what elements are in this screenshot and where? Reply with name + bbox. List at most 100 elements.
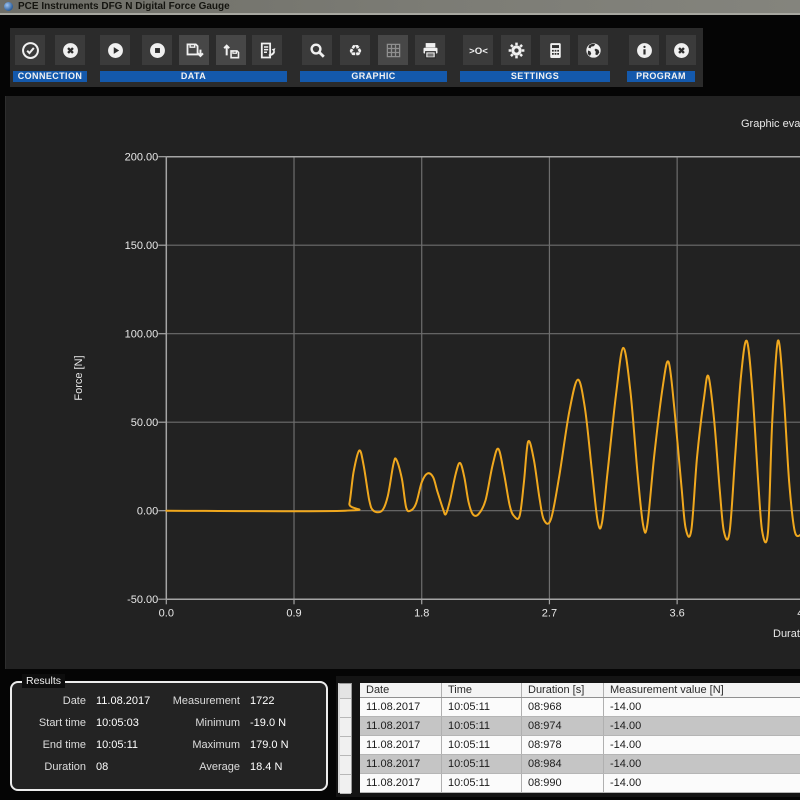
- group-label-connection: CONNECTION: [13, 71, 87, 82]
- cell-value: -14.00: [604, 755, 800, 773]
- cell-time: 10:05:11: [442, 736, 522, 754]
- cell-date: 11.08.2017: [360, 698, 442, 716]
- header-measurement[interactable]: Measurement value [N]: [604, 683, 800, 697]
- header-duration[interactable]: Duration [s]: [522, 683, 604, 697]
- cell-value: -14.00: [604, 717, 800, 735]
- magnifier-icon: [307, 40, 328, 61]
- cell-time: 10:05:11: [442, 698, 522, 716]
- cell-date: 11.08.2017: [360, 736, 442, 754]
- export-report-button[interactable]: [252, 35, 282, 65]
- cell-value: -14.00: [604, 774, 800, 792]
- result-date-value: 11.08.2017: [96, 695, 150, 707]
- result-minimum-label: Minimum: [152, 717, 240, 729]
- table-row[interactable]: 11.08.2017 10:05:11 08:978 -14.00: [360, 736, 800, 755]
- refresh-button[interactable]: ♻: [340, 35, 370, 65]
- measurement-table: Date Time Duration [s] Measurement value…: [336, 676, 800, 797]
- language-button[interactable]: [578, 35, 608, 65]
- cell-value: -14.00: [604, 736, 800, 754]
- toolbar: ♻ >O<: [10, 28, 703, 87]
- result-measurement-label: Measurement: [152, 695, 240, 707]
- save-floppy-down-icon: [184, 40, 205, 61]
- x-tick-label: 2.7: [542, 607, 557, 619]
- x-axis-title: Duration: [773, 628, 800, 640]
- report-arrow-icon: [257, 40, 278, 61]
- print-button[interactable]: [415, 35, 445, 65]
- y-axis-title: Force [N]: [73, 355, 85, 400]
- table-grid: Date Time Duration [s] Measurement value…: [360, 683, 800, 793]
- table-row[interactable]: 11.08.2017 10:05:11 08:974 -14.00: [360, 717, 800, 736]
- table-row[interactable]: 11.08.2017 10:05:11 08:984 -14.00: [360, 755, 800, 774]
- start-measurement-button[interactable]: [100, 35, 130, 65]
- calculator-button[interactable]: [540, 35, 570, 65]
- force-line-chart: 0.00.91.82.73.64.5200.00150.00100.0050.0…: [6, 96, 800, 669]
- play-circle-icon: [105, 40, 126, 61]
- x-tick-label: 3.6: [669, 607, 684, 619]
- load-data-button[interactable]: [216, 35, 246, 65]
- cell-date: 11.08.2017: [360, 717, 442, 735]
- stop-circle-icon: [147, 40, 168, 61]
- result-maximum-label: Maximum: [152, 739, 240, 751]
- cell-date: 11.08.2017: [360, 774, 442, 792]
- recycle-icon: ♻: [345, 40, 366, 61]
- row-header-cell[interactable]: [340, 684, 351, 699]
- stop-measurement-button[interactable]: [142, 35, 172, 65]
- cell-time: 10:05:11: [442, 774, 522, 792]
- tare-icon: >O<: [468, 40, 489, 61]
- cell-value: -14.00: [604, 698, 800, 716]
- cell-time: 10:05:11: [442, 755, 522, 773]
- row-header-cell[interactable]: [340, 756, 351, 775]
- disconnect-button[interactable]: [55, 35, 85, 65]
- app-icon: [4, 2, 13, 11]
- save-data-button[interactable]: [179, 35, 209, 65]
- cell-duration: 08:984: [522, 755, 604, 773]
- results-panel: Results Date 11.08.2017 Start time 10:05…: [10, 681, 328, 791]
- info-circle-icon: [634, 40, 655, 61]
- result-duration-label: Duration: [16, 761, 86, 773]
- info-button[interactable]: [629, 35, 659, 65]
- row-header-cell[interactable]: [340, 775, 351, 794]
- x-tick-label: 0.9: [286, 607, 301, 619]
- cell-time: 10:05:11: [442, 717, 522, 735]
- y-tick-label: 200.00: [125, 152, 159, 164]
- header-time[interactable]: Time: [442, 683, 522, 697]
- chart-panel[interactable]: 0.00.91.82.73.64.5200.00150.00100.0050.0…: [5, 96, 800, 669]
- table-row[interactable]: 11.08.2017 10:05:11 08:990 -14.00: [360, 774, 800, 793]
- row-header-cell[interactable]: [340, 699, 351, 718]
- cell-duration: 08:978: [522, 736, 604, 754]
- y-tick-label: -50.00: [127, 594, 158, 606]
- header-date[interactable]: Date: [360, 683, 442, 697]
- x-circle-icon: [671, 40, 692, 61]
- result-measurement-value: 1722: [250, 695, 274, 707]
- connect-button[interactable]: [15, 35, 45, 65]
- app-window: { "window": { "title": "PCE Instruments …: [0, 0, 800, 800]
- y-tick-label: 0.00: [137, 506, 158, 518]
- printer-icon: [420, 40, 441, 61]
- force-series-line: [166, 340, 800, 542]
- cell-duration: 08:968: [522, 698, 604, 716]
- y-tick-label: 150.00: [125, 240, 159, 252]
- cell-duration: 08:974: [522, 717, 604, 735]
- x-circle-icon: [60, 40, 81, 61]
- check-circle-icon: [20, 40, 41, 61]
- zoom-button[interactable]: [302, 35, 332, 65]
- exit-button[interactable]: [666, 35, 696, 65]
- result-average-label: Average: [152, 761, 240, 773]
- table-header-row: Date Time Duration [s] Measurement value…: [360, 683, 800, 698]
- grid-toggle-button[interactable]: [378, 35, 408, 65]
- result-maximum-value: 179.0 N: [250, 739, 289, 751]
- group-label-graphic: GRAPHIC: [300, 71, 447, 82]
- group-label-program: PROGRAM: [627, 71, 695, 82]
- svg-text:♻: ♻: [348, 41, 362, 60]
- svg-text:>O<: >O<: [469, 46, 488, 57]
- title-bar[interactable]: PCE Instruments DFG N Digital Force Gaug…: [0, 0, 800, 15]
- tare-button[interactable]: >O<: [463, 35, 493, 65]
- settings-button[interactable]: [501, 35, 531, 65]
- result-end-time-value: 10:05:11: [96, 739, 138, 751]
- chart-title: Graphic evaluation: [741, 118, 800, 130]
- row-header-cell[interactable]: [340, 718, 351, 737]
- cell-date: 11.08.2017: [360, 755, 442, 773]
- table-row[interactable]: 11.08.2017 10:05:11 08:968 -14.00: [360, 698, 800, 717]
- row-header-cell[interactable]: [340, 737, 351, 756]
- x-tick-label: 1.8: [414, 607, 429, 619]
- y-tick-label: 100.00: [125, 329, 159, 341]
